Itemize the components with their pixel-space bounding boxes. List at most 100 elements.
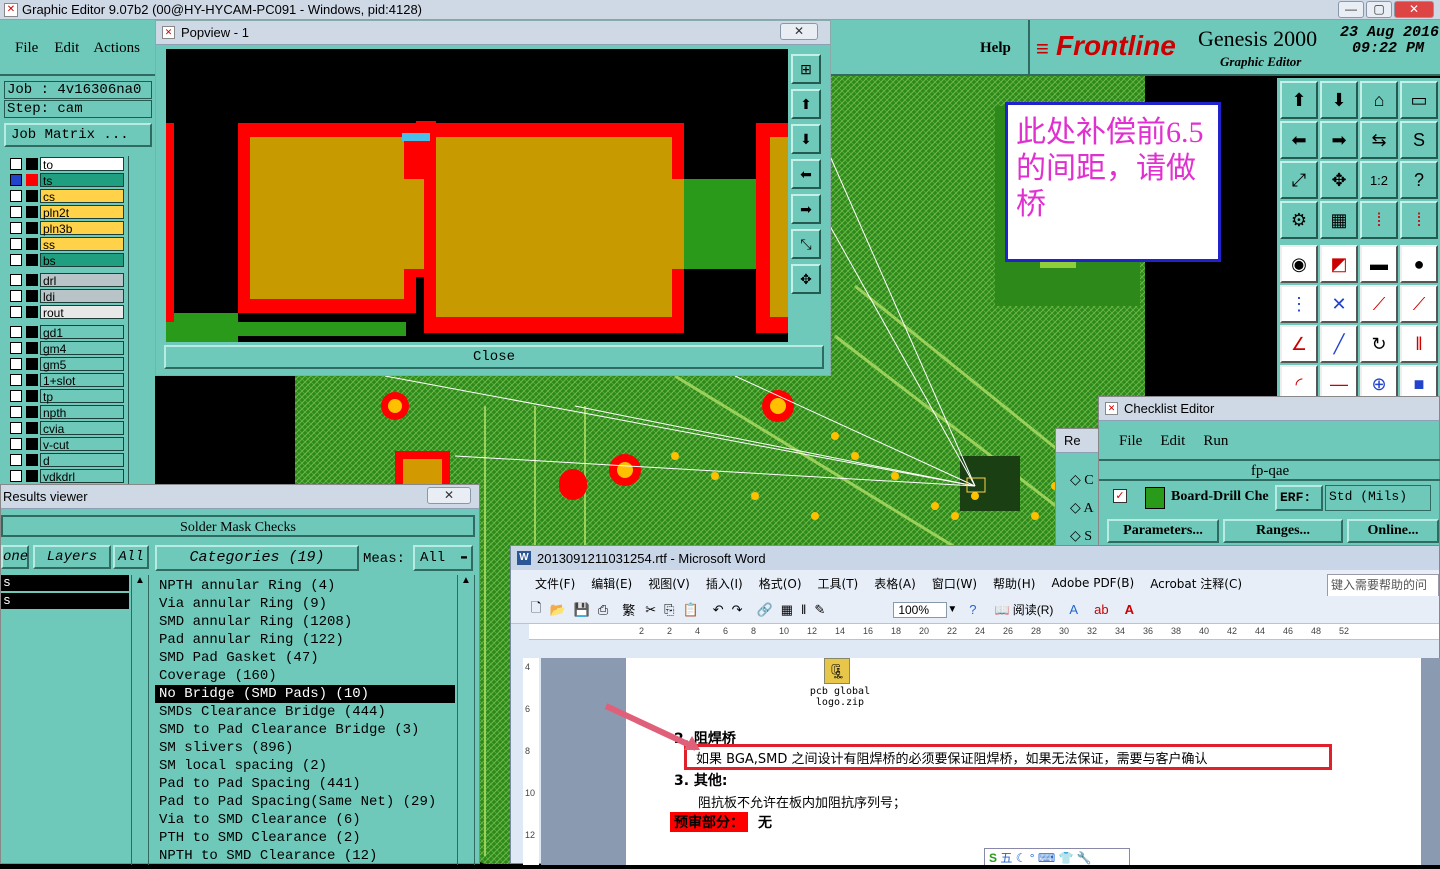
layer-row[interactable]: npth bbox=[2, 404, 124, 420]
layer-name[interactable]: gm4 bbox=[40, 341, 124, 356]
pan-left-icon[interactable]: ⬅ bbox=[791, 159, 821, 189]
word-menu-help[interactable]: 帮助(H) bbox=[993, 575, 1035, 592]
categories-header[interactable]: Categories (19) bbox=[155, 545, 359, 571]
columns-icon[interactable]: ‖ bbox=[801, 602, 806, 617]
category-item[interactable]: SMD annular Ring (1208) bbox=[155, 613, 455, 631]
layer-row[interactable]: pln2t bbox=[2, 204, 124, 220]
menu-edit[interactable]: Edit bbox=[54, 40, 79, 57]
popview-canvas[interactable] bbox=[166, 49, 788, 342]
undo-icon[interactable]: ↶ bbox=[713, 602, 724, 618]
move-left-icon[interactable]: ⬅ bbox=[1280, 121, 1318, 159]
word-menu-insert[interactable]: 插入(I) bbox=[706, 575, 743, 592]
menu-help[interactable]: Help bbox=[980, 40, 1011, 57]
word-menu-view[interactable]: 视图(V) bbox=[648, 575, 690, 592]
layer-checkbox[interactable] bbox=[10, 190, 22, 202]
cross-icon[interactable]: ✕ bbox=[1320, 285, 1358, 323]
layer-name[interactable]: vdkdrl bbox=[40, 469, 124, 484]
layer-checkbox[interactable] bbox=[10, 470, 22, 482]
layer-checkbox[interactable] bbox=[10, 158, 22, 170]
checklist-menu-run[interactable]: Run bbox=[1203, 433, 1228, 450]
layer-row[interactable]: cs bbox=[2, 188, 124, 204]
window-icon[interactable]: ▭ bbox=[1400, 81, 1438, 119]
cut-icon[interactable]: ✂ bbox=[645, 602, 656, 618]
paste-icon[interactable]: 📋 bbox=[683, 602, 699, 618]
category-item[interactable]: PTH to SMD Clearance (2) bbox=[155, 829, 455, 847]
word-menu-acrobat[interactable]: Acrobat 注释(C) bbox=[1150, 575, 1242, 592]
layer-name[interactable]: cs bbox=[40, 189, 124, 204]
print-icon[interactable]: ⎙ bbox=[598, 602, 608, 618]
layer-row[interactable]: cvia bbox=[2, 420, 124, 436]
layer-color-swatch[interactable] bbox=[26, 238, 38, 250]
table-icon[interactable]: ▦ bbox=[781, 602, 793, 618]
scale-icon[interactable]: 1:2 bbox=[1360, 161, 1398, 199]
layer-row[interactable]: gm4 bbox=[2, 340, 124, 356]
traditional-chinese-icon[interactable]: 繁 bbox=[622, 600, 635, 619]
layer-color-swatch[interactable] bbox=[26, 326, 38, 338]
copy-icon[interactable]: ⎘ bbox=[664, 602, 674, 618]
layer-row[interactable]: v-cut bbox=[2, 436, 124, 452]
category-item[interactable]: SMDs Clearance Bridge (444) bbox=[155, 703, 455, 721]
layer-row[interactable]: bs bbox=[2, 252, 124, 268]
layer-name[interactable]: v-cut bbox=[40, 437, 124, 452]
layer-row[interactable]: vdkdrl bbox=[2, 468, 124, 484]
angle-icon[interactable]: ∠ bbox=[1280, 325, 1318, 363]
layer-color-swatch[interactable] bbox=[26, 174, 38, 186]
category-item[interactable]: Via annular Ring (9) bbox=[155, 595, 455, 613]
layer-checkbox[interactable] bbox=[10, 422, 22, 434]
category-item[interactable]: NPTH to SMD Clearance (12) bbox=[155, 847, 455, 865]
layer-color-swatch[interactable] bbox=[26, 454, 38, 466]
checklist-row[interactable]: ✓ Board-Drill Che ERF: Std (Mils) bbox=[1105, 485, 1440, 513]
layer-color-swatch[interactable] bbox=[26, 438, 38, 450]
layers-blue-icon[interactable]: ⁞ bbox=[1400, 201, 1438, 239]
minimize-button[interactable]: — bbox=[1338, 1, 1364, 18]
layers-red-icon[interactable]: ⁞ bbox=[1360, 201, 1398, 239]
link-icon[interactable]: ⟋ bbox=[1360, 285, 1398, 323]
layer-checkbox[interactable] bbox=[10, 222, 22, 234]
layer-color-swatch[interactable] bbox=[26, 342, 38, 354]
results-left-scrollbar[interactable]: ▲ bbox=[131, 575, 149, 865]
layer-color-swatch[interactable] bbox=[26, 274, 38, 286]
word-menu-table[interactable]: 表格(A) bbox=[874, 575, 916, 592]
line-icon[interactable]: ╱ bbox=[1320, 325, 1358, 363]
maximize-button[interactable]: ▢ bbox=[1366, 1, 1392, 18]
move-down-icon[interactable]: ⬇ bbox=[1320, 81, 1358, 119]
layer-checkbox[interactable] bbox=[10, 326, 22, 338]
layer-name[interactable]: pln3b bbox=[40, 221, 124, 236]
grid-icon[interactable]: ▦ bbox=[1320, 201, 1358, 239]
house-icon[interactable]: ⌂ bbox=[1360, 81, 1398, 119]
layer-row[interactable]: pln3b bbox=[2, 220, 124, 236]
connect-icon[interactable]: ⋮ bbox=[1280, 285, 1318, 323]
word-menu-tools[interactable]: 工具(T) bbox=[818, 575, 859, 592]
layer-row[interactable]: drl bbox=[2, 272, 124, 288]
tab-all[interactable]: All bbox=[113, 545, 149, 569]
ranges-button[interactable]: Ranges... bbox=[1223, 519, 1343, 543]
layer-row[interactable]: gm5 bbox=[2, 356, 124, 372]
save-icon[interactable]: 💾 bbox=[574, 602, 590, 618]
category-item[interactable]: SMD to Pad Clearance Bridge (3) bbox=[155, 721, 455, 739]
word-menu-adobe-pdf[interactable]: Adobe PDF(B) bbox=[1051, 576, 1134, 590]
zoom-in-icon[interactable]: ✥ bbox=[791, 264, 821, 294]
word-document-area[interactable]: 🗜 pcb global logo.zip 2. 阻焊桥 如果 BGA,SMD … bbox=[541, 658, 1440, 865]
layer-color-swatch[interactable] bbox=[26, 470, 38, 482]
layer-color-swatch[interactable] bbox=[26, 190, 38, 202]
layer-row[interactable]: ldi bbox=[2, 288, 124, 304]
layer-name[interactable]: drl bbox=[40, 273, 124, 288]
category-item[interactable]: SM slivers (896) bbox=[155, 739, 455, 757]
zoom-fit-icon[interactable]: ⤢ bbox=[1280, 161, 1318, 199]
pan-down-icon[interactable]: ⬇ bbox=[791, 124, 821, 154]
online-button[interactable]: Online... bbox=[1347, 519, 1439, 543]
popview-close-button[interactable]: Close bbox=[164, 345, 824, 369]
help-icon[interactable]: ? bbox=[1400, 161, 1438, 199]
layer-checkbox[interactable] bbox=[10, 238, 22, 250]
layer-color-swatch[interactable] bbox=[26, 254, 38, 266]
layer-name[interactable]: tp bbox=[40, 389, 124, 404]
cut-icon[interactable]: ◩ bbox=[1320, 245, 1358, 283]
flip-icon[interactable]: ‖ bbox=[1400, 325, 1438, 363]
settings-icon[interactable]: ⚙ bbox=[1280, 201, 1318, 239]
meas-select[interactable]: All ▬ bbox=[413, 545, 473, 571]
layer-row[interactable]: tp bbox=[2, 388, 124, 404]
layer-row[interactable]: ss bbox=[2, 236, 124, 252]
layer-name[interactable]: pln2t bbox=[40, 205, 124, 220]
layer-color-swatch[interactable] bbox=[26, 290, 38, 302]
mirror-icon[interactable]: ⇆ bbox=[1360, 121, 1398, 159]
